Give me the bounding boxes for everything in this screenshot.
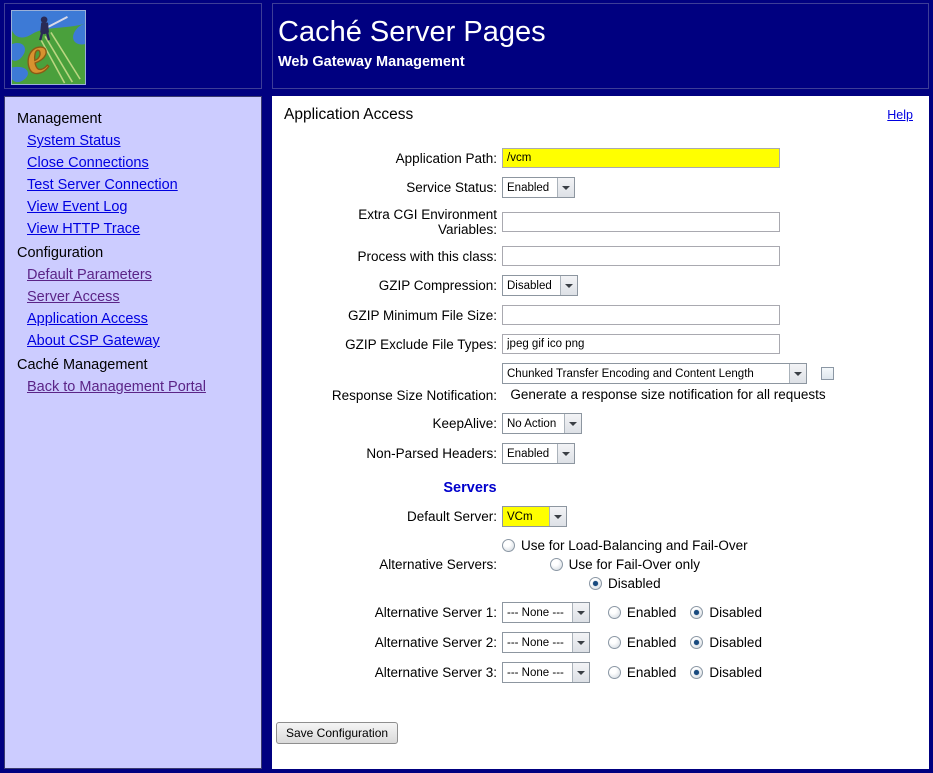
alternative-server-2-enabled-label: Enabled: [627, 635, 677, 650]
header-title-cell: Caché Server Pages Web Gateway Managemen…: [272, 3, 929, 89]
form-row-response-size: Response Size Notification: Chunked Tran…: [284, 363, 929, 404]
alternative-server-3-select[interactable]: --- None ---: [502, 662, 590, 683]
alternative-server-2-disabled-radio[interactable]: [690, 636, 703, 649]
keepalive-label: KeepAlive:: [284, 416, 502, 431]
alternative-server-3-enabled-label: Enabled: [627, 665, 677, 680]
gzip-exclude-label: GZIP Exclude File Types:: [284, 337, 502, 352]
alternative-servers-label: Alternative Servers:: [284, 557, 502, 572]
header-logo-cell: e: [4, 3, 262, 89]
form-row-gzip-exclude: GZIP Exclude File Types:: [284, 334, 929, 354]
alt-servers-disabled-radio[interactable]: [589, 577, 602, 590]
chevron-down-icon: [564, 414, 581, 433]
form-row-service-status: Service Status: Enabled: [284, 177, 929, 198]
default-server-select[interactable]: VCm: [502, 506, 567, 527]
response-size-checkbox[interactable]: [821, 367, 834, 380]
application-access-form: Application Path: Service Status: Enable…: [272, 148, 929, 683]
alternative-server-1-enabled-radio[interactable]: [608, 606, 621, 619]
app-title: Caché Server Pages: [278, 17, 928, 49]
chevron-down-icon: [572, 603, 589, 622]
sidebar-item-back-to-management-portal[interactable]: Back to Management Portal: [27, 376, 206, 398]
alternative-server-2-select[interactable]: --- None ---: [502, 632, 590, 653]
gzip-min-size-label: GZIP Minimum File Size:: [284, 308, 502, 323]
servers-section-heading: Servers: [284, 480, 656, 496]
alternative-server-3-enabled-radio[interactable]: [608, 666, 621, 679]
chevron-down-icon: [789, 364, 806, 383]
keepalive-select[interactable]: No Action: [502, 413, 582, 434]
alternative-server-1-disabled-radio[interactable]: [690, 606, 703, 619]
alternative-server-1-select[interactable]: --- None ---: [502, 602, 590, 623]
alternative-server-1-enabled-label: Enabled: [627, 605, 677, 620]
alt-servers-failover-only-radio-label: Use for Fail-Over only: [569, 555, 700, 574]
alternative-server-3-disabled-label: Disabled: [709, 665, 762, 680]
form-row-alternative-server-1: Alternative Server 1: --- None --- Enabl…: [284, 602, 929, 623]
csp-gateway-logo-icon: e: [11, 10, 86, 85]
gzip-exclude-input[interactable]: [502, 334, 780, 354]
form-row-application-path: Application Path:: [284, 148, 929, 168]
sidebar-item-view-http-trace[interactable]: View HTTP Trace: [27, 218, 140, 240]
app-subtitle: Web Gateway Management: [278, 54, 928, 70]
sidebar-item-about-csp-gateway[interactable]: About CSP Gateway: [27, 330, 160, 352]
main-content: Application Access Help Application Path…: [272, 96, 929, 769]
alternative-server-2-label: Alternative Server 2:: [284, 635, 502, 650]
save-configuration-button[interactable]: Save Configuration: [276, 722, 398, 744]
chevron-down-icon: [572, 663, 589, 682]
chevron-down-icon: [557, 444, 574, 463]
form-row-default-server: Default Server: VCm: [284, 506, 929, 527]
service-status-label: Service Status:: [284, 180, 502, 195]
form-row-alternative-servers: Alternative Servers: Use for Load-Balanc…: [284, 536, 929, 593]
response-size-select[interactable]: Chunked Transfer Encoding and Content Le…: [502, 363, 807, 384]
gzip-min-size-input[interactable]: [502, 305, 780, 325]
sidebar-heading-cache-management: Caché Management: [17, 354, 257, 376]
form-row-alternative-server-3: Alternative Server 3: --- None --- Enabl…: [284, 662, 929, 683]
form-row-process-class: Process with this class:: [284, 246, 929, 266]
form-row-extra-cgi: Extra CGI Environment Variables:: [284, 207, 929, 237]
chevron-down-icon: [572, 633, 589, 652]
alt-servers-load-balancing-radio-label: Use for Load-Balancing and Fail-Over: [521, 536, 748, 555]
form-row-gzip-min-size: GZIP Minimum File Size:: [284, 305, 929, 325]
service-status-select[interactable]: Enabled: [502, 177, 575, 198]
alternative-server-1-label: Alternative Server 1:: [284, 605, 502, 620]
sidebar-item-test-server-connection[interactable]: Test Server Connection: [27, 174, 178, 196]
form-row-non-parsed: Non-Parsed Headers: Enabled: [284, 443, 929, 464]
form-row-keepalive: KeepAlive: No Action: [284, 413, 929, 434]
alt-servers-disabled-radio-label: Disabled: [608, 574, 661, 593]
alternative-server-3-disabled-radio[interactable]: [690, 666, 703, 679]
response-size-description: Generate a response size notification fo…: [510, 386, 825, 404]
sidebar-nav: Management System Status Close Connectio…: [4, 96, 262, 769]
sidebar-item-system-status[interactable]: System Status: [27, 130, 120, 152]
sidebar-item-view-event-log[interactable]: View Event Log: [27, 196, 128, 218]
chevron-down-icon: [557, 178, 574, 197]
help-link[interactable]: Help: [887, 108, 913, 122]
alternative-server-2-disabled-label: Disabled: [709, 635, 762, 650]
sidebar-item-application-access[interactable]: Application Access: [27, 308, 148, 330]
extra-cgi-label: Extra CGI Environment Variables:: [284, 207, 502, 237]
gzip-compression-label: GZIP Compression:: [284, 278, 502, 293]
non-parsed-label: Non-Parsed Headers:: [284, 446, 502, 461]
chevron-down-icon: [560, 276, 577, 295]
form-row-alternative-server-2: Alternative Server 2: --- None --- Enabl…: [284, 632, 929, 653]
alternative-server-1-disabled-label: Disabled: [709, 605, 762, 620]
alt-servers-load-balancing-radio[interactable]: [502, 539, 515, 552]
sidebar-heading-configuration: Configuration: [17, 242, 257, 264]
page-title: Application Access: [284, 106, 413, 124]
csp-gateway-window: e Caché Server Pages Web Gateway Managem…: [0, 0, 933, 773]
sidebar-item-server-access[interactable]: Server Access: [27, 286, 120, 308]
chevron-down-icon: [549, 507, 566, 526]
application-path-input[interactable]: [502, 148, 780, 168]
alt-servers-failover-only-radio[interactable]: [550, 558, 563, 571]
gzip-compression-select[interactable]: Disabled: [502, 275, 578, 296]
application-path-label: Application Path:: [284, 151, 502, 166]
response-size-label: Response Size Notification:: [284, 388, 502, 403]
alternative-server-3-label: Alternative Server 3:: [284, 665, 502, 680]
non-parsed-select[interactable]: Enabled: [502, 443, 575, 464]
form-row-gzip-compression: GZIP Compression: Disabled: [284, 275, 929, 296]
sidebar-heading-management: Management: [17, 108, 257, 130]
process-class-label: Process with this class:: [284, 249, 502, 264]
extra-cgi-input[interactable]: [502, 212, 780, 232]
alternative-server-2-enabled-radio[interactable]: [608, 636, 621, 649]
process-class-input[interactable]: [502, 246, 780, 266]
sidebar-item-close-connections[interactable]: Close Connections: [27, 152, 149, 174]
default-server-label: Default Server:: [284, 509, 502, 524]
sidebar-item-default-parameters[interactable]: Default Parameters: [27, 264, 152, 286]
